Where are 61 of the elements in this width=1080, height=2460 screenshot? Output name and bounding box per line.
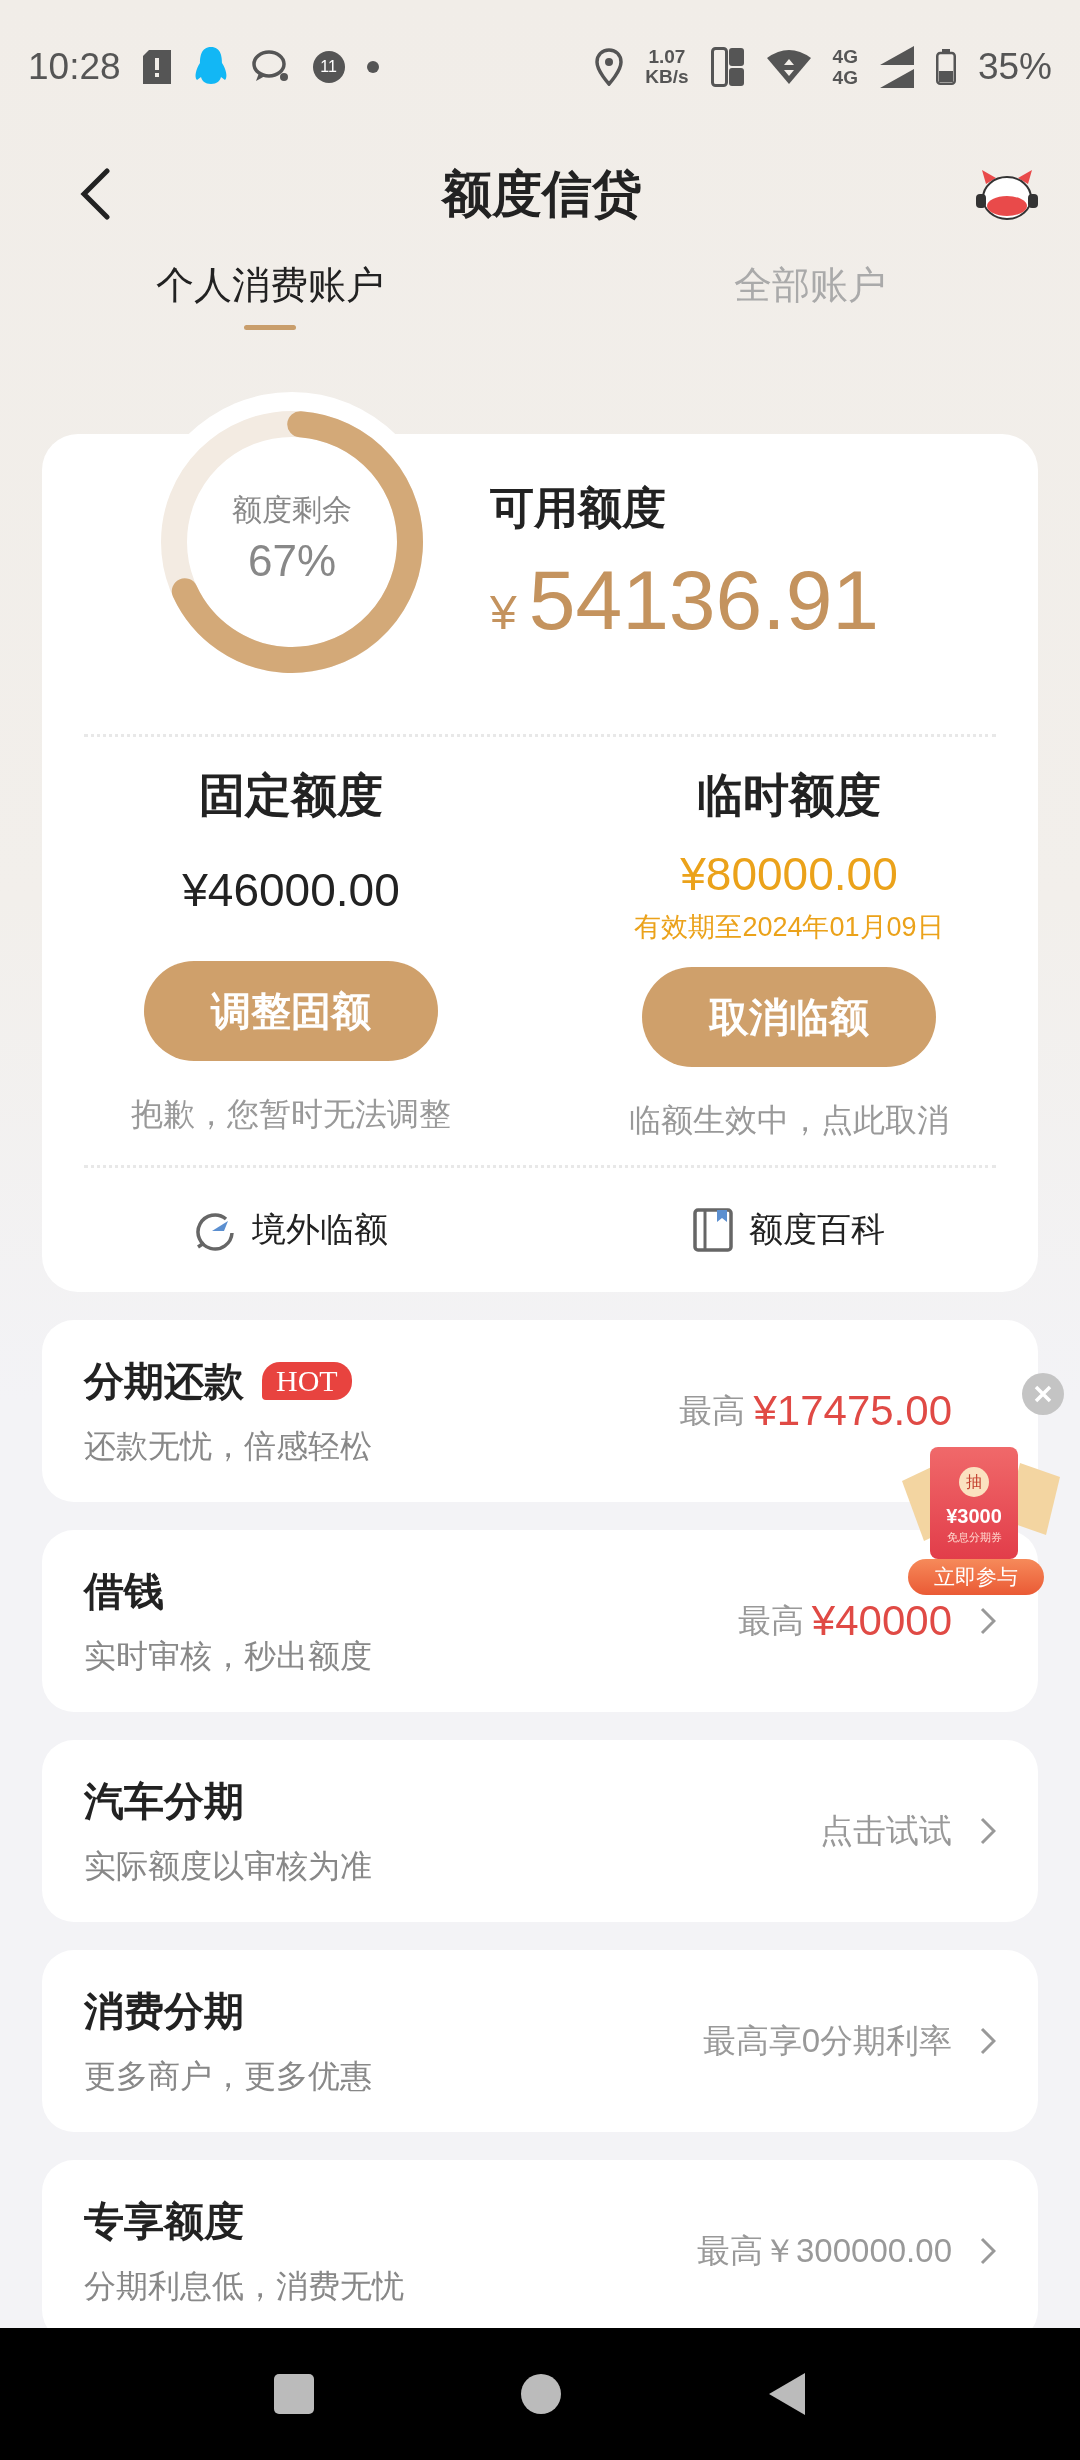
network-speed: 1.07 bbox=[648, 47, 686, 67]
quota-note: 抱歉，您暂时无法调整 bbox=[131, 1095, 451, 1134]
dual-sim-icon bbox=[710, 47, 745, 87]
validity-date: 有效期至2024年01月09日 bbox=[634, 911, 944, 944]
notification-count-badge: 11 bbox=[312, 51, 345, 83]
product-subtitle: 还款无忧，倍感轻松 bbox=[84, 1426, 373, 1466]
quota-amount: ¥80000.00 bbox=[680, 847, 898, 901]
battery-percent: 35% bbox=[977, 46, 1052, 88]
available-label: 可用额度 bbox=[490, 482, 667, 534]
limit-label: 最高 bbox=[737, 1600, 804, 1641]
product-subtitle: 实时审核，秒出额度 bbox=[84, 1636, 373, 1676]
info-link[interactable]: 境外临额 bbox=[252, 1207, 388, 1253]
recents-icon[interactable] bbox=[272, 2373, 315, 2415]
limit-label: 最高 bbox=[679, 1390, 746, 1431]
hot-badge: HOT bbox=[262, 1362, 352, 1400]
product-card[interactable]: 专享额度 分期利息低，消费无忧 最高￥300000.00 bbox=[42, 2160, 1038, 2328]
page-title: 额度信贷 bbox=[442, 164, 642, 224]
product-title: 汽车分期 bbox=[84, 1777, 244, 1825]
clock-time: 10:28 bbox=[28, 46, 121, 88]
draw-stamp: 抽 bbox=[959, 1467, 989, 1497]
product-title: 专享额度 bbox=[84, 2197, 244, 2245]
product-card[interactable]: 消费分期 更多商户，更多优惠 最高享0分期利率 bbox=[42, 1950, 1038, 2132]
back-nav-icon[interactable] bbox=[767, 2371, 808, 2417]
location-icon bbox=[595, 48, 624, 86]
product-title: 借钱 bbox=[84, 1567, 164, 1615]
coupon-amount: ¥3000 bbox=[946, 1505, 1002, 1528]
quota-amount: ¥46000.00 bbox=[182, 863, 400, 917]
coupon-caption: 免息分期券 bbox=[946, 1530, 1002, 1545]
network-type: 4G bbox=[832, 67, 858, 88]
close-icon bbox=[1034, 1385, 1052, 1403]
limit-text: 点击试试 bbox=[820, 1810, 952, 1851]
product-subtitle: 实际额度以审核为准 bbox=[84, 1846, 373, 1886]
available-amount: 54136.91 bbox=[528, 552, 880, 649]
limit-text: 最高￥300000.00 bbox=[697, 2230, 952, 2271]
sim-alert-icon bbox=[142, 50, 171, 84]
quota-note: 临额生效中，点此取消 bbox=[629, 1101, 949, 1140]
network-type: 4G bbox=[832, 46, 858, 67]
back-icon[interactable] bbox=[80, 168, 110, 220]
product-subtitle: 分期利息低，消费无忧 bbox=[84, 2266, 405, 2306]
product-subtitle: 更多商户，更多优惠 bbox=[84, 2056, 373, 2096]
currency-symbol: ¥ bbox=[490, 585, 517, 640]
tab-indicator bbox=[244, 325, 296, 330]
info-link[interactable]: 额度百科 bbox=[749, 1207, 885, 1253]
account-tab[interactable]: 个人消费账户 bbox=[156, 260, 384, 311]
dot-icon bbox=[366, 61, 379, 73]
wifi-icon bbox=[766, 50, 811, 84]
battery-icon bbox=[935, 49, 956, 85]
limit-text: 最高享0分期利率 bbox=[702, 2020, 952, 2061]
product-title: 消费分期 bbox=[84, 1987, 244, 2035]
product-card[interactable]: 汽车分期 实际额度以审核为准 点击试试 bbox=[42, 1740, 1038, 1922]
home-icon[interactable] bbox=[520, 2373, 562, 2415]
limit-amount: ¥17475.00 bbox=[753, 1387, 952, 1435]
network-speed-unit: KB/s bbox=[645, 67, 689, 87]
limit-amount: ¥40000 bbox=[811, 1597, 952, 1645]
signal-icon bbox=[879, 46, 914, 88]
ring-label: 额度剩余 bbox=[231, 492, 353, 528]
quota-title: 固定额度 bbox=[199, 768, 383, 823]
ring-percent: 67% bbox=[246, 536, 338, 586]
product-title: 分期还款 bbox=[84, 1357, 244, 1405]
book-icon bbox=[693, 1208, 733, 1252]
quota-title: 临时额度 bbox=[697, 768, 881, 823]
